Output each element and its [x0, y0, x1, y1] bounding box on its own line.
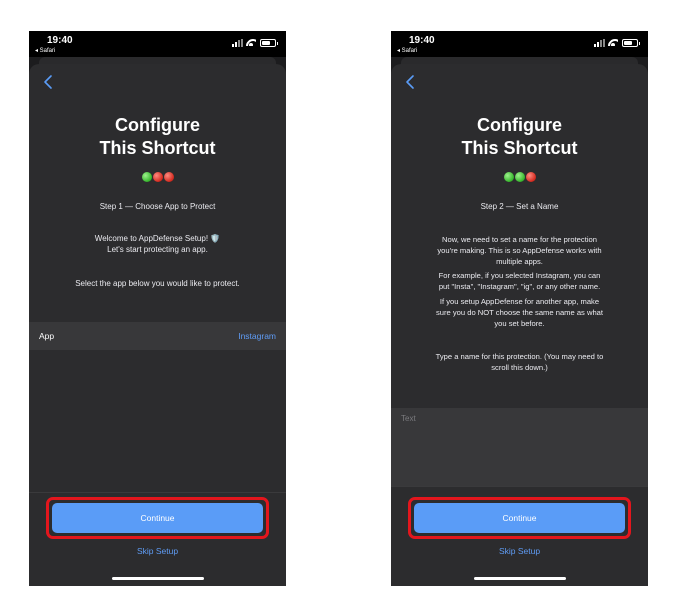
progress-dot-red [152, 172, 163, 182]
continue-button[interactable]: Continue [414, 503, 625, 533]
status-bar: 19:40 ◂ Safari [391, 31, 648, 57]
step-label: Step 2 — Set a Name [480, 202, 559, 211]
back-button[interactable] [41, 74, 55, 90]
app-row-value[interactable]: Instagram [238, 331, 276, 341]
status-icons [588, 38, 640, 47]
home-indicator[interactable] [111, 577, 204, 580]
chevron-left-icon [406, 75, 414, 89]
wifi-icon [608, 38, 618, 46]
skip-setup-link[interactable]: Skip Setup [391, 546, 648, 556]
status-bar: 19:40 ◂ Safari [29, 31, 286, 57]
wifi-icon [246, 38, 256, 46]
shortcut-sheet: Configure This Shortcut Step 2 — Set a N… [391, 64, 648, 586]
app-row-label: App [39, 331, 55, 341]
cellular-signal-icon [232, 39, 244, 47]
phone-screen-step-1: 19:40 ◂ Safari Configure This Shortcut S… [29, 31, 286, 586]
status-time: 19:40 [409, 35, 435, 46]
battery-icon [622, 39, 640, 47]
footer-divider [391, 486, 648, 487]
progress-dots [29, 169, 286, 182]
cellular-signal-icon [594, 39, 606, 47]
shortcut-sheet: Configure This Shortcut Step 1 — Choose … [29, 64, 286, 586]
back-to-safari-link[interactable]: ◂ Safari [397, 47, 417, 54]
home-indicator[interactable] [473, 577, 566, 580]
skip-setup-link[interactable]: Skip Setup [29, 546, 286, 556]
progress-dot-green [141, 172, 152, 182]
page-title: Configure This Shortcut [99, 115, 216, 158]
name-text-input[interactable] [391, 408, 648, 428]
prompt-paragraph: Type a name for this protection. (You ma… [435, 352, 604, 372]
status-time: 19:40 [47, 35, 73, 46]
instruction-text: Select the app below you would like to p… [75, 279, 240, 288]
continue-button[interactable]: Continue [52, 503, 263, 533]
footer-divider [29, 492, 286, 493]
explanation-paragraph: Now, we need to set a name for the prote… [437, 235, 602, 266]
progress-dots [391, 169, 648, 182]
progress-dot-green [503, 172, 514, 182]
status-icons [226, 38, 278, 47]
back-to-safari-link[interactable]: ◂ Safari [35, 47, 55, 54]
progress-dot-red [163, 172, 174, 182]
battery-icon [260, 39, 278, 47]
continue-highlight: Continue [408, 497, 631, 539]
progress-dot-red [525, 172, 536, 182]
back-button[interactable] [403, 74, 417, 90]
warning-paragraph: If you setup AppDefense for another app,… [435, 297, 603, 328]
welcome-text: Welcome to AppDefense Setup! 🛡️ Let's st… [94, 234, 221, 254]
progress-dot-green [514, 172, 525, 182]
name-text-area[interactable] [391, 408, 648, 486]
continue-highlight: Continue [46, 497, 269, 539]
step-label: Step 1 — Choose App to Protect [99, 202, 216, 211]
app-picker-row[interactable]: App Instagram [29, 322, 286, 350]
chevron-left-icon [44, 75, 52, 89]
page-title: Configure This Shortcut [461, 115, 578, 158]
example-paragraph: For example, if you selected Instagram, … [438, 271, 601, 291]
phone-screen-step-2: 19:40 ◂ Safari Configure This Shortcut S… [391, 31, 648, 586]
